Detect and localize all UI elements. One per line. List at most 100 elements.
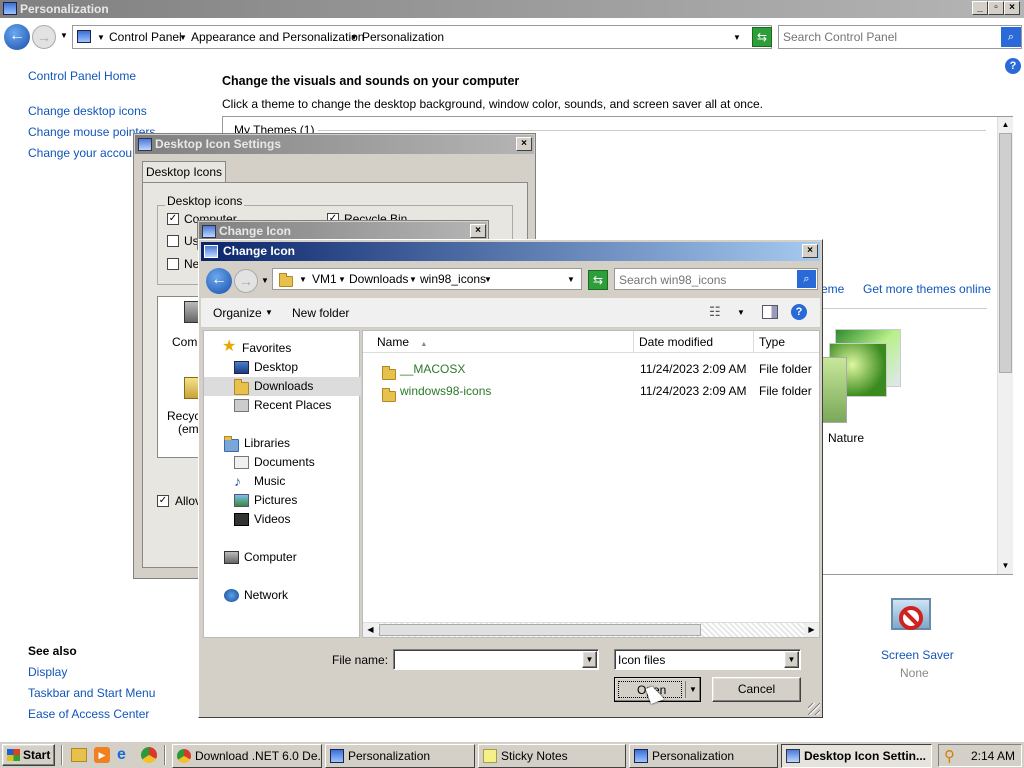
forward-button[interactable]: → xyxy=(32,25,56,49)
taskbar-item-sticky-notes[interactable]: Sticky Notes xyxy=(478,744,626,768)
personalization-title-bar[interactable]: Personalization _ ▫ × xyxy=(0,0,1024,18)
file-list-hscrollbar[interactable]: ◀ ▶ xyxy=(363,622,819,637)
organize-dropdown-icon[interactable]: ▼ xyxy=(265,308,273,317)
nav-recent-places[interactable]: Recent Places xyxy=(204,396,361,415)
chrome-quicklaunch-icon[interactable] xyxy=(141,747,157,763)
nav-desktop[interactable]: Desktop xyxy=(204,358,361,377)
taskbar-item-chrome[interactable]: Download .NET 6.0 De... xyxy=(172,744,322,768)
table-row[interactable]: windows98-icons 11/24/2023 2:09 AM File … xyxy=(363,381,819,403)
breadcrumb-control-panel[interactable]: Control Panel xyxy=(109,30,182,44)
breadcrumb-vm1[interactable]: VM1 xyxy=(312,272,337,286)
help-icon[interactable]: ? xyxy=(791,304,807,320)
nature-theme-thumbnail[interactable] xyxy=(821,329,903,425)
organize-button[interactable]: Organize xyxy=(213,306,262,320)
breadcrumb-chevron-icon[interactable]: ▼ xyxy=(338,275,346,284)
start-button[interactable]: Start xyxy=(2,744,55,766)
open-dropdown-icon[interactable]: ▼ xyxy=(689,685,697,694)
explorer-quicklaunch-icon[interactable] xyxy=(71,748,87,762)
scroll-left-button[interactable]: ◀ xyxy=(363,623,378,637)
screen-saver-icon[interactable] xyxy=(889,596,935,640)
scroll-down-button[interactable]: ▼ xyxy=(998,558,1013,574)
dialog-search-box[interactable]: ⌕ xyxy=(614,268,818,290)
theme-link-partial[interactable]: eme xyxy=(821,282,844,296)
get-more-themes-link[interactable]: Get more themes online xyxy=(863,282,991,296)
minimize-button[interactable]: _ xyxy=(972,1,988,15)
taskbar-item-desktop-icon-settings[interactable]: Desktop Icon Settin... xyxy=(781,744,932,768)
history-dropdown-icon[interactable]: ▼ xyxy=(60,31,68,40)
scroll-thumb[interactable] xyxy=(999,133,1012,373)
close-button[interactable]: × xyxy=(516,137,532,151)
refresh-button[interactable]: ⇆ xyxy=(752,27,772,47)
dialog-back-button[interactable]: ← xyxy=(206,268,232,294)
nav-network[interactable]: Network xyxy=(204,586,361,605)
desktop-icon-settings-title-bar[interactable]: Desktop Icon Settings × xyxy=(135,135,534,154)
address-dropdown-icon[interactable]: ▼ xyxy=(733,33,741,42)
nav-computer[interactable]: Computer xyxy=(204,548,361,567)
taskbar-item-personalization[interactable]: Personalization xyxy=(325,744,475,768)
column-header-date[interactable]: Date modified xyxy=(634,331,754,353)
file-name-input[interactable] xyxy=(397,652,579,667)
tab-desktop-icons[interactable]: Desktop Icons xyxy=(142,161,226,183)
see-also-ease-of-access[interactable]: Ease of Access Center xyxy=(28,707,149,721)
media-player-quicklaunch-icon[interactable]: ▶ xyxy=(94,747,110,763)
nav-pictures[interactable]: Pictures xyxy=(204,491,361,510)
nav-libraries[interactable]: Libraries xyxy=(204,434,361,453)
help-icon[interactable]: ? xyxy=(1005,58,1021,74)
hscroll-thumb[interactable] xyxy=(379,624,701,636)
file-name-combobox[interactable]: ▼ xyxy=(393,649,599,670)
close-button[interactable]: × xyxy=(470,224,486,238)
sidebar-link-account[interactable]: Change your account xyxy=(28,146,142,160)
nav-favorites[interactable]: ★ Favorites xyxy=(204,339,361,358)
file-type-dropdown-button[interactable]: ▼ xyxy=(784,651,799,668)
nav-videos[interactable]: Videos xyxy=(204,510,361,529)
maximize-button[interactable]: ▫ xyxy=(988,1,1004,15)
checkbox-allow-themes[interactable]: ✓ xyxy=(157,495,169,507)
search-button[interactable]: ⌕ xyxy=(1001,27,1021,47)
theme-scrollbar[interactable]: ▲ ▼ xyxy=(997,117,1013,574)
resize-grip[interactable] xyxy=(808,703,820,715)
checkbox-user-files[interactable] xyxy=(167,235,179,247)
nav-downloads[interactable]: Downloads xyxy=(204,377,361,396)
dialog-search-button[interactable]: ⌕ xyxy=(797,270,816,288)
breadcrumb-chevron-icon[interactable]: ▼ xyxy=(409,275,417,284)
ie-quicklaunch-icon[interactable]: e xyxy=(117,746,126,764)
nav-documents[interactable]: Documents xyxy=(204,453,361,472)
cancel-button[interactable]: Cancel xyxy=(712,677,801,702)
breadcrumb-win98-icons[interactable]: win98_icons xyxy=(420,272,486,286)
column-header-type[interactable]: Type xyxy=(754,331,819,353)
address-dropdown-icon[interactable]: ▼ xyxy=(567,275,575,284)
close-button[interactable]: × xyxy=(1004,1,1020,15)
close-button[interactable]: × xyxy=(802,244,818,258)
taskbar-item-personalization-2[interactable]: Personalization xyxy=(629,744,778,768)
see-also-display[interactable]: Display xyxy=(28,665,67,679)
checkbox-network[interactable] xyxy=(167,258,179,270)
search-input[interactable] xyxy=(783,29,993,45)
address-box[interactable]: ▼ Control Panel ▼ Appearance and Persona… xyxy=(72,25,772,49)
nav-music[interactable]: ♪ Music xyxy=(204,472,361,491)
breadcrumb-downloads[interactable]: Downloads xyxy=(349,272,408,286)
new-folder-button[interactable]: New folder xyxy=(292,306,349,320)
dialog-refresh-button[interactable]: ⇆ xyxy=(588,270,608,290)
breadcrumb-chevron-icon[interactable]: ▼ xyxy=(179,33,187,42)
scroll-right-button[interactable]: ▶ xyxy=(804,623,819,637)
dialog-address-box[interactable]: ▼ VM1 ▼ Downloads ▼ win98_icons ▼ ▼ xyxy=(272,268,582,290)
view-dropdown-icon[interactable]: ▼ xyxy=(737,308,745,317)
breadcrumb-personalization[interactable]: Personalization xyxy=(362,30,444,44)
search-box[interactable]: ⌕ xyxy=(778,25,1022,49)
dialog-history-dropdown-icon[interactable]: ▼ xyxy=(261,276,269,285)
preview-pane-icon[interactable] xyxy=(762,305,778,319)
sidebar-link-home[interactable]: Control Panel Home xyxy=(28,69,136,83)
breadcrumb-chevron-icon[interactable]: ▼ xyxy=(484,275,492,284)
file-name-dropdown-button[interactable]: ▼ xyxy=(582,651,597,668)
see-also-taskbar[interactable]: Taskbar and Start Menu xyxy=(28,686,155,700)
sidebar-link-desktop-icons[interactable]: Change desktop icons xyxy=(28,104,147,118)
breadcrumb-appearance[interactable]: Appearance and Personalization xyxy=(191,30,364,44)
view-options-icon[interactable]: ☷ xyxy=(709,304,721,320)
change-icon-title-bar[interactable]: Change Icon × xyxy=(201,242,820,261)
scroll-up-button[interactable]: ▲ xyxy=(998,117,1013,133)
breadcrumb-chevron-icon[interactable]: ▼ xyxy=(350,33,358,42)
dialog-search-input[interactable] xyxy=(619,272,789,287)
dialog-forward-button[interactable]: → xyxy=(234,269,258,293)
file-type-select[interactable]: Icon files ▼ xyxy=(614,649,801,670)
search-tray-icon[interactable]: ⚲ xyxy=(944,747,955,765)
